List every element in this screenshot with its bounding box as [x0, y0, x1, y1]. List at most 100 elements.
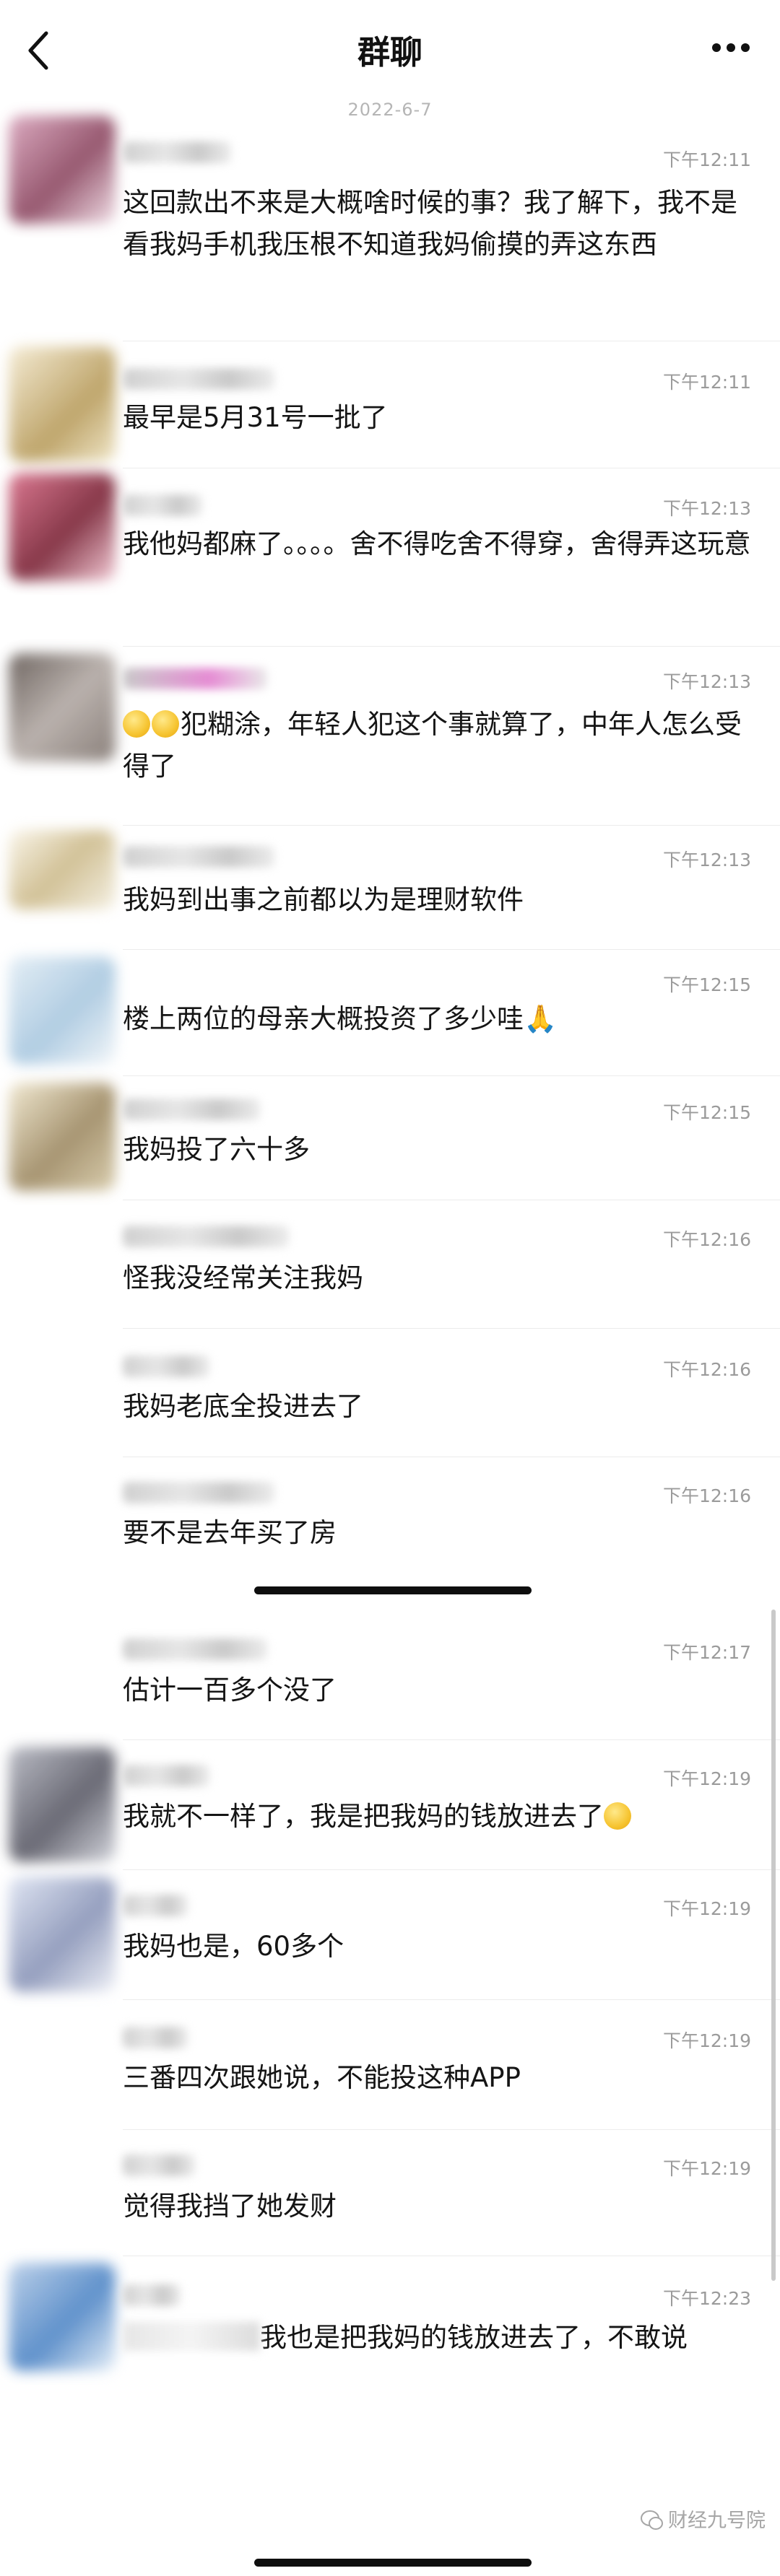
message-text: 我妈到出事之前都以为是理财软件	[123, 884, 524, 915]
message-item[interactable]: 下午12:23 我也是把我妈的钱放进去了，不敢说	[0, 2263, 780, 2450]
message-text: 楼上两位的母亲大概投资了多少哇🙏	[123, 998, 753, 1040]
sender-name	[123, 141, 231, 163]
message-time: 下午12:13	[662, 850, 751, 870]
message-text: 犯糊涂，年轻人犯这个事就算了，中年人怎么受得了	[123, 704, 753, 787]
message-divider	[123, 825, 780, 826]
message-item[interactable]: 下午12:11 这回款出不来是大概啥时候的事？我了解下，我不是看我妈手机我压根不…	[0, 108, 780, 346]
message-text: 这回款出不来是大概啥时候的事？我了解下，我不是看我妈手机我压根不知道我妈偷摸的弄…	[123, 187, 737, 260]
sender-name	[123, 1226, 289, 1247]
pray-emoji-icon: 🙏	[524, 1003, 558, 1034]
message-divider	[123, 1328, 780, 1329]
nav-bar: 群聊	[0, 0, 780, 97]
message-time: 下午12:16	[662, 1485, 751, 1506]
avatar[interactable]	[9, 653, 116, 761]
sender-name	[123, 1765, 209, 1786]
message-time: 下午12:17	[662, 1642, 751, 1663]
message-time: 下午12:19	[662, 1768, 751, 1789]
message-body: 我也是把我妈的钱放进去了，不敢说	[260, 2322, 688, 2353]
sender-name	[123, 494, 202, 516]
message-text: 觉得我挡了她发财	[123, 2191, 337, 2222]
message-divider	[123, 1739, 780, 1740]
message-time: 下午12:16	[662, 1359, 751, 1380]
message-item[interactable]: 下午12:15 楼上两位的母亲大概投资了多少哇🙏	[0, 956, 780, 1083]
message-text: 我就不一样了，我是把我妈的钱放进去了	[123, 1796, 753, 1838]
message-text: 我妈投了六十多	[123, 1134, 310, 1165]
flushed-emoji-icon	[123, 710, 150, 738]
home-indicator	[254, 1586, 532, 1594]
message-time: 下午12:19	[662, 2158, 751, 2179]
message-text: 我妈也是，60多个	[123, 1931, 344, 1962]
sender-name	[123, 2154, 195, 2176]
message-text: 最早是5月31号一批了	[123, 402, 388, 433]
message-item[interactable]: 下午12:19 我就不一样了，我是把我妈的钱放进去了	[0, 1747, 780, 1877]
message-time: 下午12:19	[662, 1898, 751, 1919]
sender-name	[123, 2027, 188, 2048]
message-time: 下午12:11	[662, 149, 751, 170]
message-time: 下午12:13	[662, 671, 751, 692]
message-item[interactable]: 下午12:13 犯糊涂，年轻人犯这个事就算了，中年人怎么受得了	[0, 653, 780, 830]
watermark-text: 财经九号院	[668, 2510, 766, 2532]
wechat-logo-icon	[641, 2510, 663, 2530]
message-item[interactable]: 下午12:19 三番四次跟她说，不能投这种APP	[0, 2007, 780, 2136]
flushed-emoji-icon	[152, 710, 179, 738]
avatar[interactable]	[9, 2263, 116, 2371]
message-item[interactable]: 下午12:16 我妈老底全投进去了	[0, 1335, 780, 1462]
message-item[interactable]: 下午12:13 我妈到出事之前都以为是理财软件	[0, 830, 780, 956]
message-text: 我也是把我妈的钱放进去了，不敢说	[123, 2317, 753, 2359]
message-item[interactable]: 下午12:17 估计一百多个没了	[0, 1620, 780, 1747]
message-text: 三番四次跟她说，不能投这种APP	[123, 2062, 521, 2093]
message-body: 我就不一样了，我是把我妈的钱放进去了	[123, 1801, 604, 1832]
sender-name	[123, 1638, 267, 1660]
message-item[interactable]: 下午12:11 最早是5月31号一批了	[0, 346, 780, 473]
message-text: 要不是去年买了房	[123, 1517, 337, 1548]
message-time: 下午12:23	[662, 2288, 751, 2309]
message-divider	[123, 949, 780, 950]
avatar[interactable]	[9, 115, 116, 224]
message-item[interactable]: 下午12:15 我妈投了六十多	[0, 1083, 780, 1205]
message-divider	[123, 1075, 780, 1076]
avatar[interactable]	[9, 346, 116, 462]
sender-name	[123, 668, 267, 689]
message-divider	[123, 1869, 780, 1870]
message-divider	[123, 2129, 780, 2130]
avatar[interactable]	[9, 956, 116, 1065]
message-item[interactable]: 下午12:16 要不是去年买了房	[0, 1462, 780, 1592]
laughing-emoji-icon	[604, 1802, 631, 1830]
sender-name	[123, 1895, 188, 1916]
chat-title: 群聊	[357, 33, 422, 71]
sender-name	[123, 1099, 260, 1120]
message-text: 估计一百多个没了	[123, 1675, 337, 1706]
message-time: 下午12:13	[662, 498, 751, 519]
avatar[interactable]	[9, 1747, 116, 1862]
message-text: 我妈老底全投进去了	[123, 1391, 363, 1422]
message-time: 下午12:11	[662, 372, 751, 393]
sender-name	[123, 1355, 209, 1377]
avatar[interactable]	[9, 473, 116, 581]
scrollbar[interactable]	[771, 1610, 776, 2281]
message-text: 怪我没经常关注我妈	[123, 1262, 363, 1293]
message-body: 犯糊涂，年轻人犯这个事就算了，中年人怎么受得了	[123, 709, 742, 782]
message-time: 下午12:16	[662, 1229, 751, 1250]
message-time: 下午12:15	[662, 1102, 751, 1123]
sender-name	[123, 846, 274, 868]
message-item[interactable]: 下午12:16 怪我没经常关注我妈	[0, 1205, 780, 1335]
message-time: 下午12:19	[662, 2030, 751, 2051]
watermark: 财经九号院	[641, 2505, 766, 2533]
message-item[interactable]: 下午12:13 我他妈都麻了。。。。舍不得吃舍不得穿，舍得弄这玩意	[0, 473, 780, 653]
message-item[interactable]: 下午12:19 我妈也是，60多个	[0, 1877, 780, 2007]
avatar[interactable]	[9, 830, 116, 909]
blurred-sticker	[123, 2322, 260, 2351]
sender-name	[123, 368, 274, 390]
message-divider	[123, 646, 780, 647]
sender-name	[123, 2284, 181, 2306]
sender-name	[123, 1482, 274, 1503]
message-item[interactable]: 下午12:19 觉得我挡了她发财	[0, 2136, 780, 2263]
message-body: 楼上两位的母亲大概投资了多少哇	[123, 1003, 524, 1034]
message-text: 我他妈都麻了。。。。舍不得吃舍不得穿，舍得弄这玩意	[123, 528, 751, 559]
avatar[interactable]	[9, 1877, 116, 1992]
home-indicator	[254, 2559, 532, 2567]
message-divider	[123, 1999, 780, 2000]
avatar[interactable]	[9, 1083, 116, 1191]
message-time: 下午12:15	[662, 974, 751, 995]
more-options-icon[interactable]	[711, 42, 751, 53]
